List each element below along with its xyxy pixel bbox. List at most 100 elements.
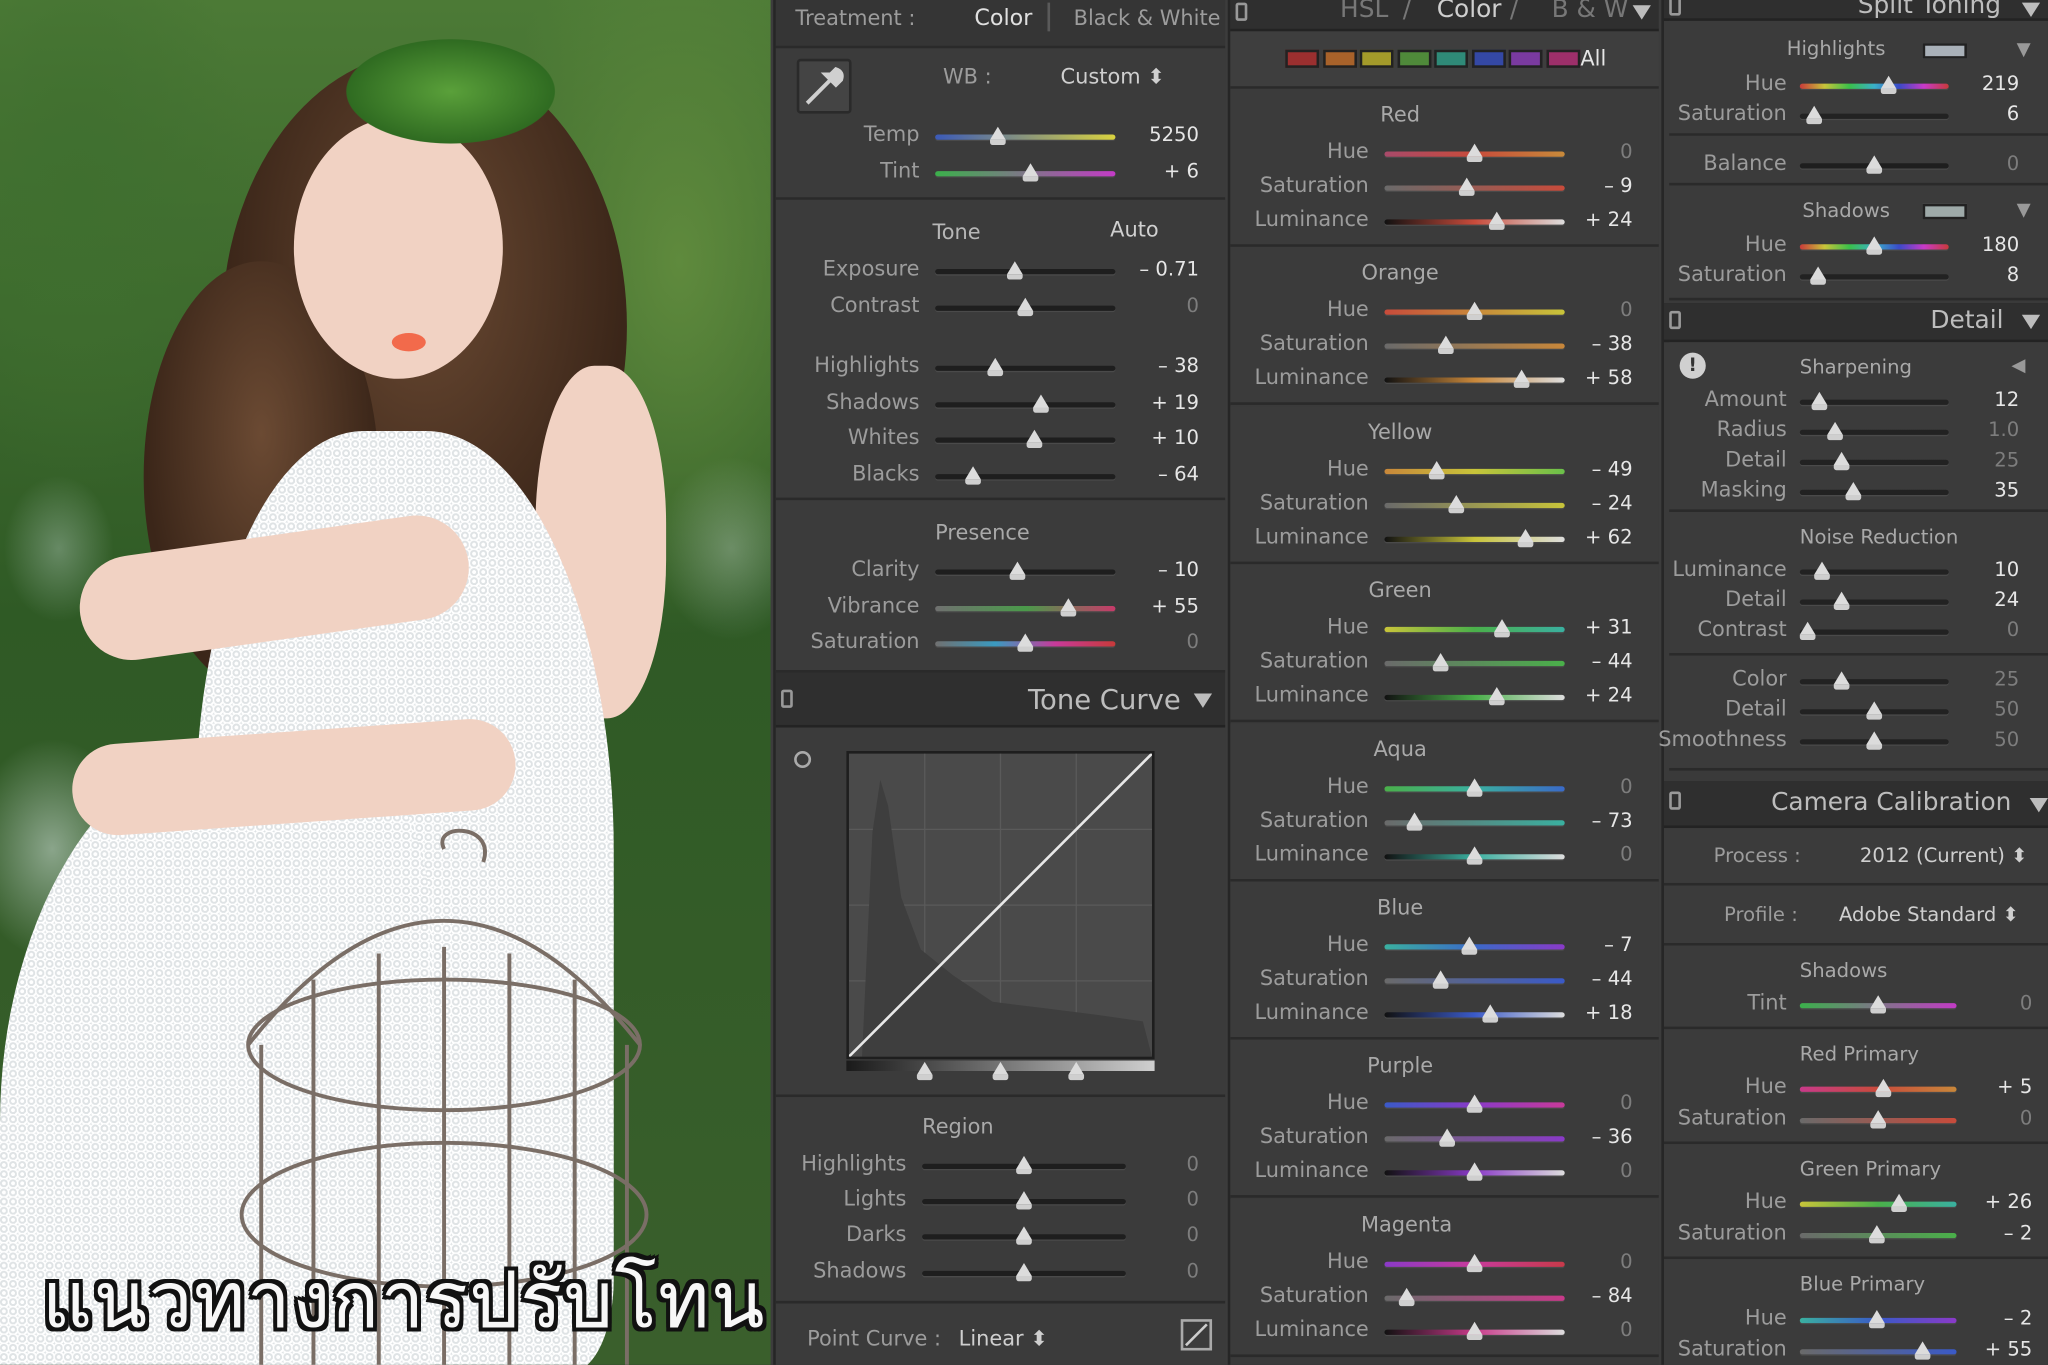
purple-saturation-slider[interactable] <box>1384 1128 1565 1148</box>
region-shadows-slider[interactable] <box>922 1262 1126 1282</box>
split-handle-3[interactable] <box>1068 1061 1085 1081</box>
split-balance-thumb[interactable] <box>1866 155 1883 174</box>
blue-hue-thumb[interactable] <box>1461 936 1478 955</box>
magenta-hue-thumb[interactable] <box>1466 1253 1483 1272</box>
blue-saturation-slider[interactable] <box>1384 970 1565 989</box>
purple-hue-thumb[interactable] <box>1466 1095 1483 1114</box>
collapse-triangle-icon[interactable] <box>1193 693 1213 708</box>
green-saturation-thumb[interactable] <box>1432 653 1449 672</box>
aqua-hue-thumb[interactable] <box>1466 777 1483 797</box>
shadows-slider[interactable] <box>935 394 1116 413</box>
highlights-color-swatch[interactable] <box>1922 43 1967 59</box>
purple-hue-slider[interactable] <box>1384 1095 1565 1114</box>
sharpen-masking-thumb[interactable] <box>1845 481 1862 501</box>
tab-hsl[interactable]: HSL <box>1340 0 1388 24</box>
aqua-luminance-slider[interactable] <box>1384 845 1565 865</box>
yellow-luminance-slider[interactable] <box>1384 528 1565 547</box>
nr-contrast-thumb[interactable] <box>1799 621 1816 640</box>
panel-toggle-icon[interactable] <box>781 689 793 708</box>
calibration-header[interactable]: Camera Calibration <box>1663 781 2048 829</box>
nr-detail-slider[interactable] <box>1799 591 1949 610</box>
green-luminance-slider[interactable] <box>1384 687 1565 706</box>
region-shadows-thumb[interactable] <box>1016 1262 1032 1282</box>
detail-header[interactable]: Detail <box>1663 303 2048 343</box>
point-curve-select[interactable]: Linear ⬍ <box>959 1326 1048 1351</box>
aqua-luminance-thumb[interactable] <box>1466 845 1483 865</box>
green-primary-sat-slider[interactable] <box>1799 1225 1957 1244</box>
yellow-hue-slider[interactable] <box>1384 460 1565 480</box>
nr-luminance-slider[interactable] <box>1799 561 1949 580</box>
aqua-hue-slider[interactable] <box>1384 777 1565 797</box>
blue-primary-sat-slider[interactable] <box>1799 1341 1957 1360</box>
yellow-hue-thumb[interactable] <box>1428 460 1445 480</box>
region-highlights-thumb[interactable] <box>1016 1155 1032 1175</box>
vibrance-thumb[interactable] <box>1060 598 1077 617</box>
region-darks-thumb[interactable] <box>1016 1226 1032 1245</box>
chevron-left-icon[interactable]: ◀ <box>2011 355 2025 376</box>
red-primary-hue-thumb[interactable] <box>1875 1078 1891 1098</box>
sharpen-amount-slider[interactable] <box>1799 391 1949 411</box>
blacks-slider[interactable] <box>935 466 1116 485</box>
color-swatch-7[interactable] <box>1545 49 1580 68</box>
clarity-thumb[interactable] <box>1010 561 1026 580</box>
red-luminance-thumb[interactable] <box>1488 211 1505 230</box>
profile-select[interactable]: Adobe Standard ⬍ <box>1839 903 2019 927</box>
red-hue-slider[interactable] <box>1384 143 1565 162</box>
nr-luminance-thumb[interactable] <box>1814 561 1830 580</box>
color-swatch-3[interactable] <box>1396 49 1431 68</box>
magenta-luminance-thumb[interactable] <box>1466 1321 1483 1340</box>
collapse-triangle-icon[interactable] <box>2021 2 2041 17</box>
blue-hue-slider[interactable] <box>1384 936 1565 955</box>
treatment-color-button[interactable]: Color <box>974 5 1032 31</box>
aqua-saturation-slider[interactable] <box>1384 811 1565 831</box>
edit-curve-icon[interactable] <box>1180 1319 1213 1351</box>
whites-slider[interactable] <box>935 429 1116 448</box>
blue-luminance-thumb[interactable] <box>1482 1004 1499 1023</box>
split-hl-sat-slider[interactable] <box>1799 105 1949 125</box>
warning-icon[interactable]: ! <box>1679 352 1706 379</box>
chevron-down-icon[interactable]: ▼ <box>2017 200 2031 221</box>
red-saturation-slider[interactable] <box>1384 177 1565 196</box>
red-hue-thumb[interactable] <box>1466 143 1483 162</box>
calib-tint-slider[interactable] <box>1799 995 1957 1014</box>
purple-luminance-thumb[interactable] <box>1466 1162 1483 1182</box>
collapse-triangle-icon[interactable] <box>2029 798 2048 813</box>
panel-toggle-icon[interactable] <box>1669 791 1681 810</box>
color-swatch-5[interactable] <box>1471 49 1506 68</box>
nr-smoothness-thumb[interactable] <box>1866 731 1883 750</box>
temp-thumb[interactable] <box>990 126 1007 145</box>
tone-curve-graph[interactable] <box>846 751 1155 1060</box>
exposure-thumb[interactable] <box>1006 261 1023 280</box>
vibrance-slider[interactable] <box>935 598 1116 617</box>
purple-luminance-slider[interactable] <box>1384 1162 1565 1182</box>
blue-luminance-slider[interactable] <box>1384 1004 1565 1023</box>
orange-saturation-thumb[interactable] <box>1437 336 1454 355</box>
blue-saturation-thumb[interactable] <box>1432 970 1449 989</box>
color-swatch-4[interactable] <box>1434 49 1469 68</box>
exposure-slider[interactable] <box>935 261 1116 280</box>
green-primary-hue-slider[interactable] <box>1799 1193 1957 1213</box>
split-sh-sat-thumb[interactable] <box>1809 266 1826 285</box>
split-toning-header[interactable]: Split Toning <box>1663 0 2048 21</box>
orange-luminance-slider[interactable] <box>1384 370 1565 389</box>
color-swatch-0[interactable] <box>1285 49 1320 68</box>
blue-primary-sat-thumb[interactable] <box>1914 1341 1930 1360</box>
calib-tint-thumb[interactable] <box>1870 995 1887 1014</box>
nr-color-detail-slider[interactable] <box>1799 701 1949 720</box>
split-hl-hue-thumb[interactable] <box>1881 75 1897 95</box>
sharpen-detail-thumb[interactable] <box>1833 451 1850 471</box>
sharpen-radius-slider[interactable] <box>1799 421 1949 441</box>
blacks-thumb[interactable] <box>965 466 981 485</box>
yellow-saturation-thumb[interactable] <box>1448 494 1465 514</box>
saturation-slider[interactable] <box>935 633 1116 652</box>
treatment-bw-button[interactable]: Black & White <box>1074 5 1221 30</box>
nr-detail-thumb[interactable] <box>1833 591 1850 610</box>
nr-color-detail-thumb[interactable] <box>1866 701 1883 720</box>
tint-slider[interactable] <box>935 163 1116 182</box>
clarity-slider[interactable] <box>935 561 1116 580</box>
wb-select[interactable]: Custom ⬍ <box>1061 64 1165 89</box>
green-hue-slider[interactable] <box>1384 619 1565 638</box>
split-sh-hue-slider[interactable] <box>1799 236 1949 255</box>
saturation-thumb[interactable] <box>1017 633 1034 652</box>
orange-saturation-slider[interactable] <box>1384 336 1565 355</box>
